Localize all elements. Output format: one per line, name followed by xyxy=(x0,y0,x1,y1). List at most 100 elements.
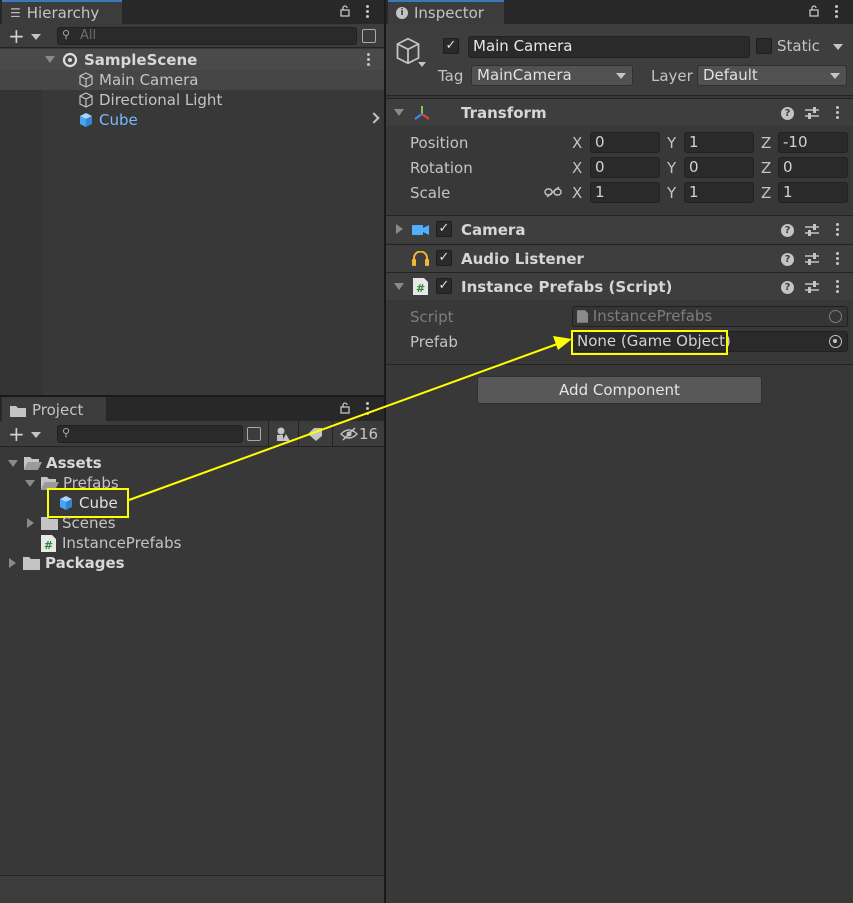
tab-project[interactable]: Project xyxy=(2,397,106,421)
project-folder-scenes[interactable]: Scenes xyxy=(0,513,384,533)
chevron-down-icon xyxy=(616,73,626,79)
project-folder-assets[interactable]: Assets xyxy=(0,453,384,473)
svg-text:#: # xyxy=(44,539,53,552)
tag-value: MainCamera xyxy=(477,66,572,84)
presets-icon[interactable] xyxy=(805,107,819,119)
script-component-header[interactable]: # ✓ Instance Prefabs (Script) ? xyxy=(386,272,853,300)
camera-enabled-checkbox[interactable]: ✓ xyxy=(436,221,452,237)
scene-row[interactable]: SampleScene xyxy=(0,49,385,70)
tab-inspector[interactable]: i Inspector xyxy=(388,0,504,24)
position-z-field[interactable]: -10 xyxy=(778,132,848,153)
hierarchy-item-directional-light[interactable]: Directional Light xyxy=(0,90,385,110)
hierarchy-item-label: Directional Light xyxy=(99,91,223,109)
scale-x-field[interactable]: 1 xyxy=(590,182,660,203)
hidden-packages-icon[interactable] xyxy=(340,427,358,441)
expand-arrow-icon[interactable] xyxy=(394,283,404,290)
camera-icon xyxy=(412,225,429,235)
audio-listener-header[interactable]: ✓ Audio Listener ? xyxy=(386,244,853,272)
position-y-field[interactable]: 1 xyxy=(684,132,754,153)
script-enabled-checkbox[interactable]: ✓ xyxy=(436,278,452,294)
transform-title: Transform xyxy=(461,104,547,122)
camera-header[interactable]: ✓ Camera ? xyxy=(386,215,853,243)
add-object-button[interactable]: + xyxy=(8,25,25,47)
add-dropdown-caret-icon[interactable] xyxy=(31,34,41,40)
svg-text:#: # xyxy=(416,282,425,295)
rotation-y-field[interactable]: 0 xyxy=(684,157,754,178)
axis-y-label: Y xyxy=(667,134,677,152)
presets-icon[interactable] xyxy=(805,253,819,265)
active-checkbox[interactable]: ✓ xyxy=(443,38,459,54)
filter-by-type-icon[interactable] xyxy=(276,426,292,442)
expand-arrow-icon[interactable] xyxy=(394,109,404,116)
audio-enabled-checkbox[interactable]: ✓ xyxy=(436,250,452,266)
scale-z-field[interactable]: 1 xyxy=(778,182,848,203)
scale-label: Scale xyxy=(410,184,451,202)
tab-hierarchy[interactable]: ☰ Hierarchy xyxy=(2,0,122,24)
hierarchy-menu-icon[interactable] xyxy=(365,5,369,18)
layer-dropdown[interactable]: Default xyxy=(697,65,847,86)
collapse-arrow-icon[interactable] xyxy=(9,558,16,568)
expand-arrow-icon[interactable] xyxy=(8,459,18,467)
search-by-type-icon[interactable] xyxy=(247,427,261,441)
constrain-proportions-icon[interactable] xyxy=(544,186,562,198)
layer-value: Default xyxy=(703,66,758,84)
folder-icon xyxy=(23,557,40,570)
transform-header[interactable]: Transform ? xyxy=(386,98,853,126)
scene-menu-icon[interactable] xyxy=(366,53,370,66)
axis-x-label: X xyxy=(572,134,583,152)
transform-axes-icon xyxy=(414,106,430,120)
help-icon[interactable]: ? xyxy=(781,281,794,294)
collapse-arrow-icon[interactable] xyxy=(27,518,34,528)
hierarchy-item-cube[interactable]: Cube xyxy=(0,110,385,130)
help-icon[interactable]: ? xyxy=(781,253,794,266)
inspector-menu-icon[interactable] xyxy=(834,5,838,18)
object-name-field[interactable]: Main Camera xyxy=(468,36,750,58)
hierarchy-item-main-camera[interactable]: Main Camera xyxy=(0,70,385,90)
icon-dropdown-caret-icon[interactable] xyxy=(418,62,426,67)
scale-y-field[interactable]: 1 xyxy=(684,182,754,203)
hierarchy-item-label: Main Camera xyxy=(99,71,199,89)
project-folder-packages[interactable]: Packages xyxy=(0,553,384,573)
project-search-input[interactable]: ⚲ xyxy=(57,425,243,443)
help-icon[interactable]: ? xyxy=(781,107,794,120)
component-menu-icon[interactable] xyxy=(835,280,839,293)
presets-icon[interactable] xyxy=(805,281,819,293)
position-x-field[interactable]: 0 xyxy=(590,132,660,153)
project-menu-icon[interactable] xyxy=(365,402,369,415)
hierarchy-search-input[interactable]: ⚲ All xyxy=(57,27,357,45)
project-asset-script[interactable]: # InstancePrefabs xyxy=(0,533,384,553)
component-menu-icon[interactable] xyxy=(835,223,839,236)
component-menu-icon[interactable] xyxy=(835,252,839,265)
lock-icon[interactable] xyxy=(340,5,350,17)
component-menu-icon[interactable] xyxy=(835,106,839,119)
gameobject-large-icon[interactable] xyxy=(394,37,422,65)
hierarchy-icon: ☰ xyxy=(10,6,21,20)
help-icon[interactable]: ? xyxy=(781,224,794,237)
expand-arrow-icon[interactable] xyxy=(25,479,35,487)
lock-icon[interactable] xyxy=(340,402,350,414)
chevron-right-icon[interactable] xyxy=(368,112,380,124)
toolbar-divider xyxy=(298,421,299,447)
scene-view-toggle-icon[interactable] xyxy=(362,29,376,43)
hierarchy-toolbar: + ⚲ All xyxy=(0,24,385,48)
tag-dropdown[interactable]: MainCamera xyxy=(471,65,633,86)
create-asset-button[interactable]: + xyxy=(8,423,25,445)
rotation-z-field[interactable]: 0 xyxy=(778,157,848,178)
object-picker-icon[interactable] xyxy=(829,335,842,348)
add-component-button[interactable]: Add Component xyxy=(477,376,762,404)
script-value: InstancePrefabs xyxy=(592,307,713,325)
camera-title: Camera xyxy=(461,221,526,239)
presets-icon[interactable] xyxy=(805,224,819,236)
project-panel: Project + ⚲ 16 Assets Prefabs Cube Scene… xyxy=(0,397,384,903)
create-dropdown-caret-icon[interactable] xyxy=(31,432,41,438)
static-checkbox[interactable] xyxy=(756,38,772,54)
open-folder-icon xyxy=(24,457,42,470)
lock-icon[interactable] xyxy=(809,5,819,17)
hierarchy-item-label: Cube xyxy=(99,111,138,129)
rotation-x-field[interactable]: 0 xyxy=(590,157,660,178)
filter-by-label-icon[interactable] xyxy=(307,427,323,441)
collapse-arrow-icon[interactable] xyxy=(396,224,403,234)
static-dropdown-caret-icon[interactable] xyxy=(833,44,843,50)
script-component-title: Instance Prefabs (Script) xyxy=(461,278,673,296)
expand-arrow-icon[interactable] xyxy=(45,56,55,63)
